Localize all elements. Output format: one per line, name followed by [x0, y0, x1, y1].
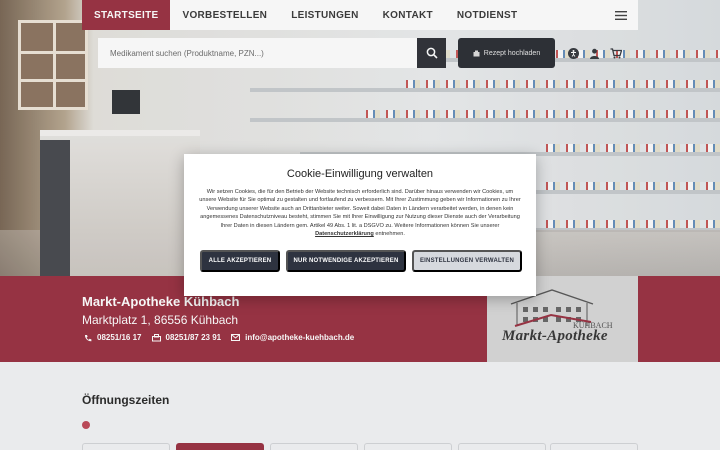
cookie-dialog-text: Wir setzen Cookies, die für den Betrieb …: [198, 188, 522, 238]
cookie-dialog-title: Cookie-Einwilligung verwalten: [286, 168, 434, 180]
accept-all-button[interactable]: ALLE AKZEPTIEREN: [200, 250, 280, 272]
cookie-dialog: Cookie-Einwilligung verwalten Wir setzen…: [184, 154, 536, 296]
cookie-button-row: ALLE AKZEPTIEREN NUR NOTWENDIGE AKZEPTIE…: [200, 250, 522, 272]
cookie-text-body: Wir setzen Cookies, die für den Betrieb …: [199, 189, 521, 229]
accept-necessary-button[interactable]: NUR NOTWENDIGE AKZEPTIEREN: [286, 250, 406, 272]
manage-settings-button[interactable]: EINSTELLUNGEN VERWALTEN: [412, 250, 522, 272]
privacy-policy-link[interactable]: Datenschutzerklärung: [315, 231, 374, 237]
cookie-text-end: entnehmen.: [375, 231, 405, 238]
